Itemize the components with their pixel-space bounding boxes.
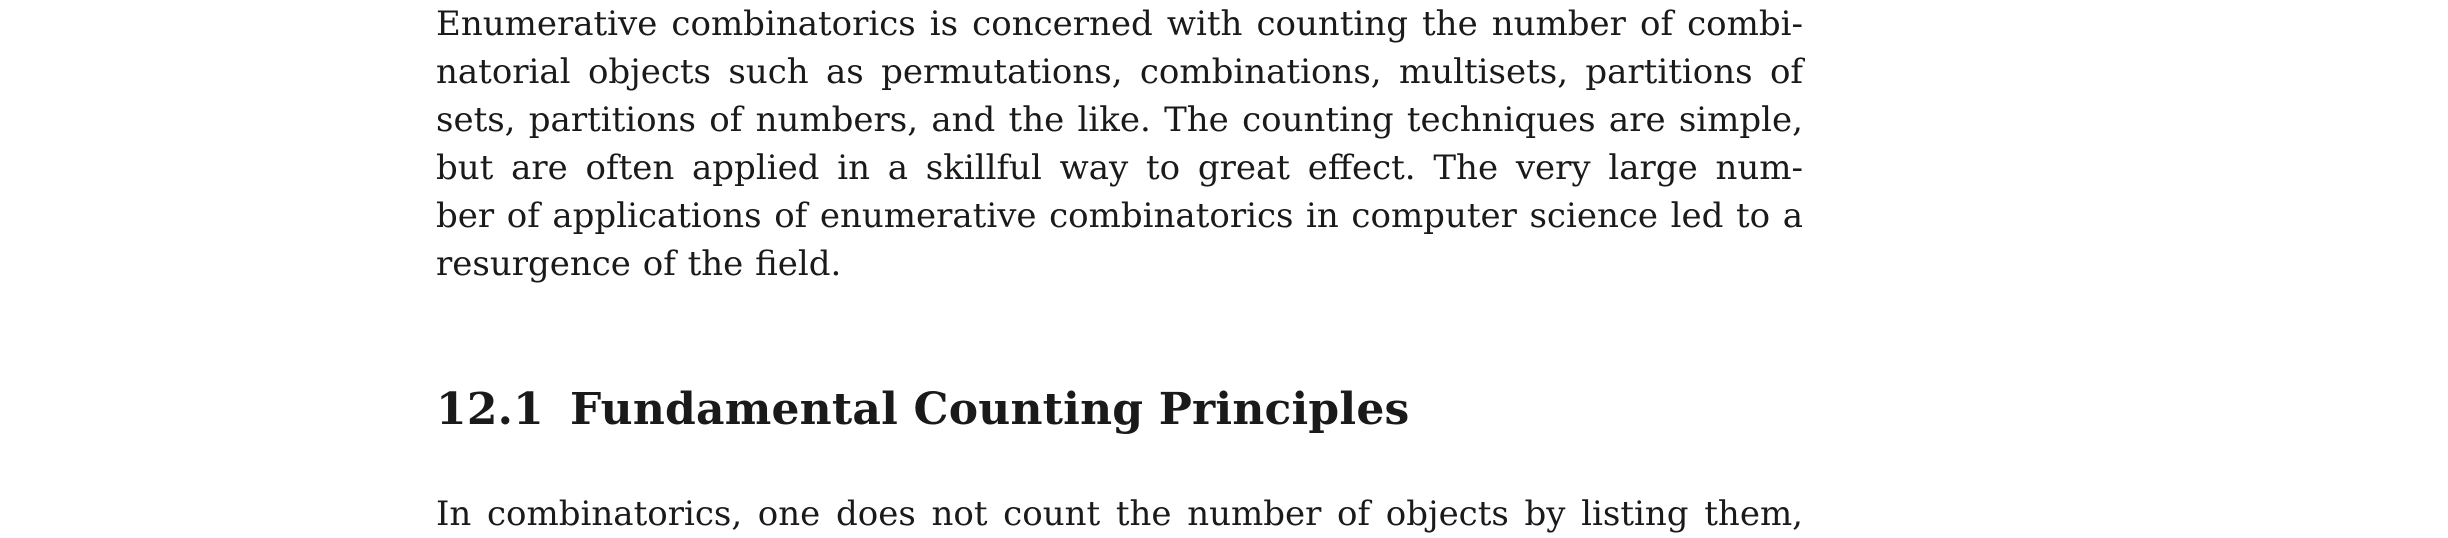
section-heading: 12.1 Fundamental Counting Principles — [436, 378, 1409, 442]
paragraph-line: natorial objects such as permutations, c… — [436, 52, 1803, 92]
section-paragraph: In combinatorics, one does not count the… — [436, 490, 1803, 538]
paragraph-line: resurgence of the field. — [436, 244, 842, 284]
section-number: 12.1 — [436, 384, 544, 435]
paragraph-line: but are often applied in a skillful way … — [436, 148, 1803, 188]
paragraph-line: In combinatorics, one does not count the… — [436, 494, 1803, 534]
paragraph-line: ber of applications of enumerative combi… — [436, 196, 1803, 236]
section-title: Fundamental Counting Principles — [569, 384, 1410, 435]
paragraph-line: sets, partitions of numbers, and the lik… — [436, 100, 1803, 140]
intro-paragraph: Enumerative combinatorics is concerned w… — [436, 0, 1803, 288]
paragraph-line: Enumerative combinatorics is concerned w… — [436, 4, 1803, 44]
